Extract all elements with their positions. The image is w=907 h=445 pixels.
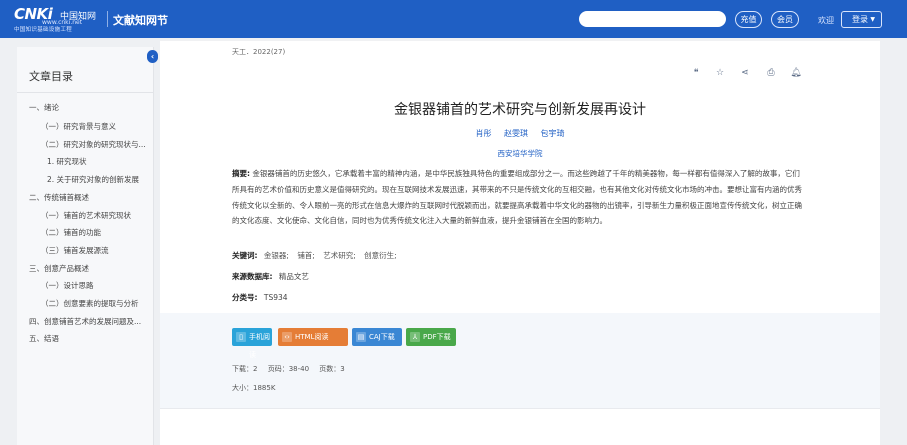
login-label: 登录 xyxy=(852,15,868,24)
top-header: CNKi 中国知网 www.cnki.net 中国知识基础设施工程 文献知网节 … xyxy=(0,0,907,38)
header-divider xyxy=(107,11,108,27)
pdf-download-label: PDF下载 xyxy=(423,333,451,341)
source-label: 来源数据库: xyxy=(232,272,273,281)
star-icon[interactable]: ☆ xyxy=(713,66,727,80)
toc-item[interactable]: 1. 研究现状 xyxy=(47,156,151,167)
journal-info[interactable]: 天工．2022(27) xyxy=(232,47,285,57)
author-list: 肖彤 赵雯琪 包宇琦 xyxy=(160,128,880,139)
article-panel: 天工．2022(27) ❝ ☆ ⋖ ⎙ 🔔︎ 金银器铺首的艺术研究与创新发展再设… xyxy=(160,38,880,445)
keyword-link[interactable]: 金银器; xyxy=(264,251,289,260)
logo-sub: 中国知识基础设施工程 xyxy=(14,27,73,33)
code-icon: ‹› xyxy=(282,332,292,342)
chevron-down-icon: ▼ xyxy=(870,16,875,23)
toc-item[interactable]: 一、绪论 xyxy=(29,102,149,113)
source-row: 来源数据库: 精品文艺 xyxy=(232,271,313,282)
author-link[interactable]: 肖彤 xyxy=(475,129,491,138)
toc-item[interactable]: 2. 关于研究对象的创新发展 xyxy=(47,174,151,185)
mobile-read-button[interactable]: ▯ 手机阅读 xyxy=(232,328,272,359)
classification-row: 分类号: TS934 xyxy=(232,292,292,303)
bell-icon[interactable]: 🔔︎ xyxy=(789,66,803,80)
recharge-button[interactable]: 充值 xyxy=(735,11,762,28)
panel-bottom-border xyxy=(160,408,880,409)
login-button[interactable]: 登录 ▼ xyxy=(841,11,882,28)
search-input[interactable] xyxy=(579,11,726,27)
author-link[interactable]: 包宇琦 xyxy=(541,129,565,138)
file-size: 大小：1885K xyxy=(232,384,276,392)
keyword-link[interactable]: 创意衍生; xyxy=(364,251,397,260)
abstract: 摘要: 金银器铺首的历史悠久，它承载着丰富的精神内涵，是中华民族独具特色的重要组… xyxy=(232,166,807,229)
abstract-label: 摘要: xyxy=(232,169,250,178)
print-icon[interactable]: ⎙ xyxy=(764,66,778,80)
mobile-read-label: 手机阅读 xyxy=(249,333,270,359)
download-count: 下载：2 xyxy=(232,365,258,373)
organization-link[interactable]: 西安培华学院 xyxy=(160,148,880,159)
toc-divider xyxy=(17,92,153,93)
chevron-left-icon: ‹ xyxy=(150,52,155,61)
download-stats: 下载：2 页码：38-40 页数：3 xyxy=(232,364,353,374)
article-title: 金银器铺首的艺术研究与创新发展再设计 xyxy=(394,102,646,118)
quote-icon[interactable]: ❝ xyxy=(689,66,703,80)
html-read-label: HTML阅读 xyxy=(295,333,329,341)
abstract-text: 金银器铺首的历史悠久，它承载着丰富的精神内涵，是中华民族独具特色的重要组成部分之… xyxy=(232,169,802,226)
toc-item[interactable]: 二、传统铺首概述 xyxy=(29,192,149,203)
pdf-download-button[interactable]: ⅄ PDF下载 xyxy=(406,328,456,346)
classification-value: TS934 xyxy=(263,293,288,302)
share-icon[interactable]: ⋖ xyxy=(738,66,752,80)
keyword-link[interactable]: 铺首; xyxy=(297,251,315,260)
html-read-button[interactable]: ‹› HTML阅读 xyxy=(278,328,348,346)
collapse-sidebar-button[interactable]: ‹ xyxy=(147,50,158,63)
source-value: 精品文艺 xyxy=(278,272,309,281)
toc-item[interactable]: （二）研究对象的研究现状与... xyxy=(41,139,151,150)
toc-item[interactable]: 三、创意产品概述 xyxy=(29,263,149,274)
toc-item[interactable]: 五、结语 xyxy=(29,333,149,344)
pdf-icon: ⅄ xyxy=(410,332,420,342)
caj-download-label: CAJ下载 xyxy=(369,333,395,341)
section-title: 文献知网节 xyxy=(113,14,168,27)
toc-item[interactable]: （一）铺首的艺术研究现状 xyxy=(41,210,151,221)
member-button[interactable]: 会员 xyxy=(771,11,799,28)
toc-item[interactable]: （二）铺首的功能 xyxy=(41,227,151,238)
keyword-link[interactable]: 艺术研究; xyxy=(323,251,356,260)
page-count: 页数：3 xyxy=(319,365,345,373)
toc-item[interactable]: 四、创意铺首艺术的发展问题及... xyxy=(29,316,151,327)
toc-item[interactable]: （一）设计思路 xyxy=(41,280,151,291)
keywords-label: 关键词: xyxy=(232,251,258,260)
keywords-row: 关键词: 金银器; 铺首; 艺术研究; 创意衍生; xyxy=(232,250,403,261)
cnki-logo[interactable]: CNKi 中国知网 www.cnki.net 中国知识基础设施工程 xyxy=(12,5,104,33)
page-range: 页码：38-40 xyxy=(267,365,310,373)
toc-sidebar: 文章目录 一、绪论 （一）研究背景与意义 （二）研究对象的研究现状与... 1.… xyxy=(17,47,154,445)
download-area: ▯ 手机阅读 ‹› HTML阅读 ▤ CAJ下载 ⅄ PDF下载 下载：2 页码… xyxy=(160,313,880,408)
book-icon: ▤ xyxy=(356,332,366,342)
toc-item[interactable]: （二）创意要素的提取与分析 xyxy=(41,298,151,309)
caj-download-button[interactable]: ▤ CAJ下载 xyxy=(352,328,402,346)
phone-icon: ▯ xyxy=(236,332,246,342)
welcome-text: 欢迎 xyxy=(818,16,834,25)
toc-title: 文章目录 xyxy=(29,70,73,83)
panel-top-border xyxy=(160,38,880,41)
toc-item[interactable]: （三）铺首发展源流 xyxy=(41,245,151,256)
toc-item[interactable]: （一）研究背景与意义 xyxy=(41,121,151,132)
classification-label: 分类号: xyxy=(232,293,258,302)
author-link[interactable]: 赵雯琪 xyxy=(504,129,528,138)
